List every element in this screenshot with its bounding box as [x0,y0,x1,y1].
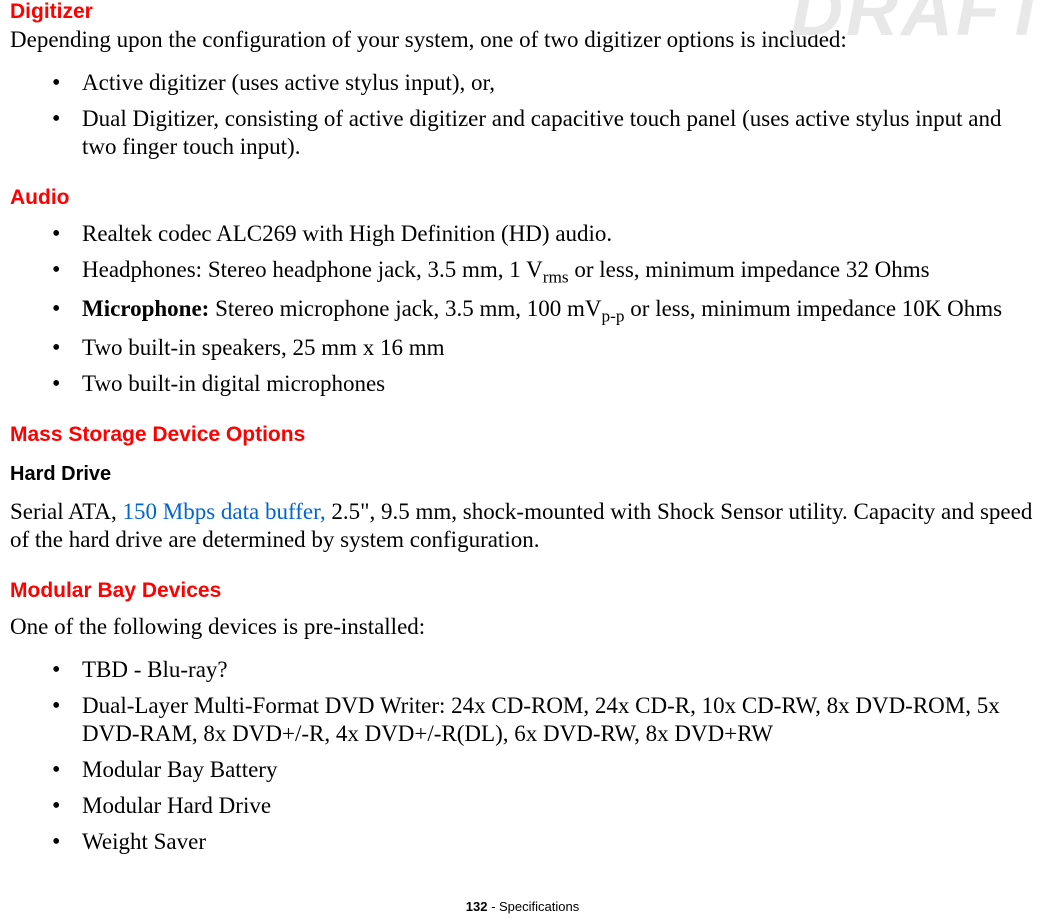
hdd-heading: Hard Drive [10,463,1035,486]
digitizer-heading: Digitizer [10,0,1035,24]
list-item: Modular Hard Drive [52,792,1035,821]
audio-heading: Audio [10,186,1035,210]
list-item: Dual Digitizer, consisting of active dig… [52,105,1035,163]
modular-list: TBD - Blu-ray? Dual-Layer Multi-Format D… [10,656,1035,857]
text-segment: Headphones: Stereo headphone jack, 3.5 m… [82,257,543,282]
list-item: Realtek codec ALC269 with High Definitio… [52,220,1035,249]
hdd-body: Serial ATA, 150 Mbps data buffer, 2.5", … [10,498,1035,556]
footer-sep: - [487,899,499,914]
text-segment: Stereo microphone jack, 3.5 mm, 100 mV [209,296,601,321]
text-highlight: 150 Mbps data buffer, [123,499,326,524]
digitizer-list: Active digitizer (uses active stylus inp… [10,69,1035,162]
list-item: Dual-Layer Multi-Format DVD Writer: 24x … [52,692,1035,750]
storage-heading: Mass Storage Device Options [10,423,1035,447]
section-mass-storage: Mass Storage Device Options Hard Drive S… [10,423,1035,556]
section-digitizer: Digitizer Depending upon the configurati… [10,0,1035,162]
modular-heading: Modular Bay Devices [10,579,1035,603]
section-modular-bay: Modular Bay Devices One of the following… [10,579,1035,856]
list-item: Microphone: Stereo microphone jack, 3.5 … [52,295,1035,327]
text-segment: or less, minimum impedance 32 Ohms [569,257,930,282]
list-item: Two built-in digital microphones [52,370,1035,399]
subscript: rms [543,267,569,286]
mic-label: Microphone: [82,296,209,321]
audio-list: Realtek codec ALC269 with High Definitio… [10,220,1035,399]
list-item: Modular Bay Battery [52,756,1035,785]
text-segment: Serial ATA, [10,499,123,524]
list-item: TBD - Blu-ray? [52,656,1035,685]
subscript: p-p [602,307,625,326]
text-segment: or less, minimum impedance 10K Ohms [625,296,1003,321]
modular-intro: One of the following devices is pre-inst… [10,613,1035,642]
list-item: Weight Saver [52,828,1035,857]
page-footer: 132 - Specifications [0,899,1045,914]
page-number: 132 [466,899,488,914]
list-item: Active digitizer (uses active stylus inp… [52,69,1035,98]
list-item: Two built-in speakers, 25 mm x 16 mm [52,334,1035,363]
footer-label: Specifications [499,899,579,914]
section-audio: Audio Realtek codec ALC269 with High Def… [10,186,1035,399]
digitizer-intro: Depending upon the configuration of your… [10,26,1035,55]
list-item: Headphones: Stereo headphone jack, 3.5 m… [52,256,1035,288]
